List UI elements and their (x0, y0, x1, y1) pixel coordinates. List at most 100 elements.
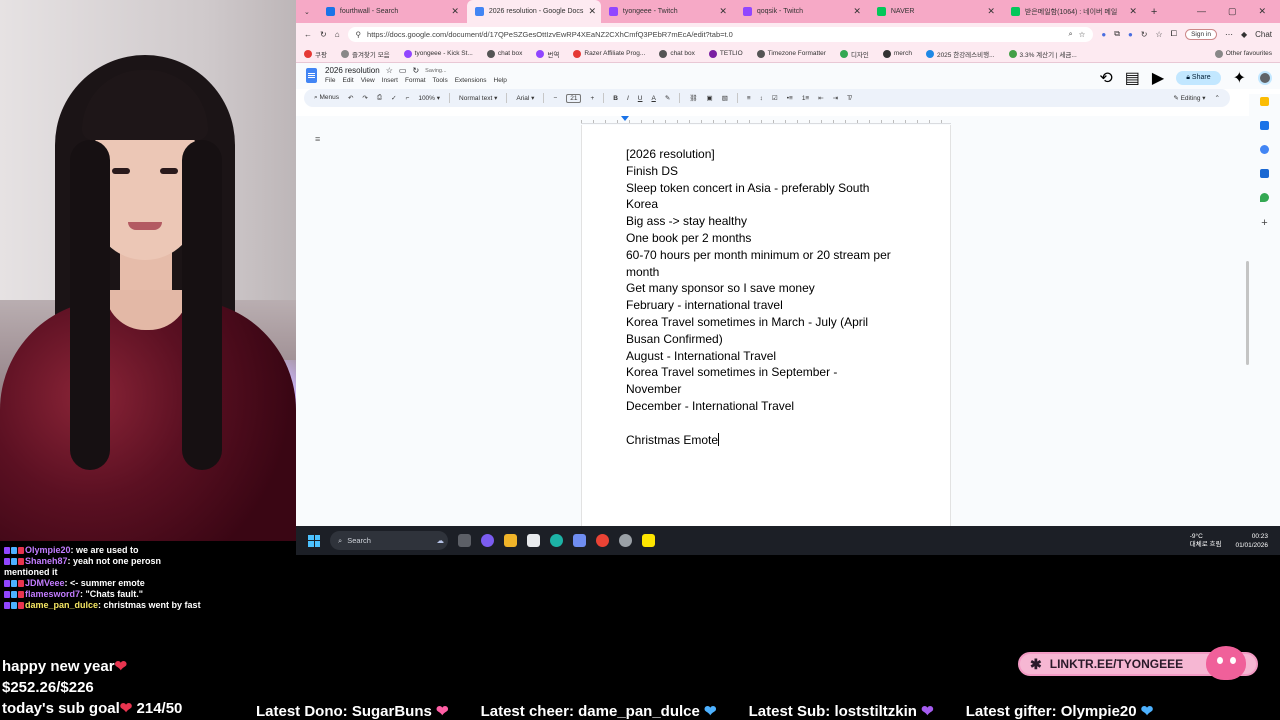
more-icon[interactable]: ⋯ (1225, 30, 1233, 39)
tab-3[interactable]: qoqsik - Twitch ✕ (735, 0, 869, 23)
maximize-icon[interactable]: ▢ (1228, 6, 1237, 17)
document-line[interactable]: August - International Travel (626, 348, 916, 365)
new-tab-icon[interactable]: + (1145, 6, 1163, 18)
bold-icon[interactable]: B (613, 95, 618, 102)
site-info-icon[interactable]: ⚲ (356, 30, 362, 39)
copilot-icon[interactable]: ◆ (1241, 30, 1247, 39)
chrome-icon[interactable] (596, 534, 609, 547)
document-body[interactable]: [2026 resolution] Finish DS Sleep token co… (626, 146, 916, 448)
comment-icon[interactable]: ▣ (707, 94, 713, 102)
link-icon[interactable]: ⛓ (689, 94, 697, 102)
tab-close-icon[interactable]: ✕ (588, 6, 596, 17)
share-button[interactable]: 🔒︎ Share (1176, 71, 1221, 85)
clear-format-icon[interactable]: T̸ (847, 95, 851, 102)
underline-icon[interactable]: U (638, 95, 643, 102)
menu-tools[interactable]: Tools (433, 77, 448, 84)
document-line[interactable]: Christmas Emote (626, 432, 916, 449)
back-icon[interactable]: ← (304, 30, 312, 39)
menu-insert[interactable]: Insert (382, 77, 398, 84)
bookmark-item[interactable]: TETLIO (708, 49, 743, 58)
bookmark-item[interactable]: 번역 (536, 49, 559, 59)
ruler[interactable] (581, 116, 951, 124)
bookmark-item[interactable]: 3.3% 계산기 | 세금... (1008, 49, 1077, 59)
extensions-icon[interactable]: ⧉ (1114, 29, 1120, 39)
extension-icon[interactable]: ● (1101, 30, 1106, 39)
document-line[interactable]: December - International Travel (626, 398, 916, 415)
tab-close-icon[interactable]: ✕ (451, 6, 459, 17)
extension-2-icon[interactable]: ● (1128, 30, 1133, 39)
document-page[interactable]: [2026 resolution] Finish DS Sleep token co… (581, 125, 951, 526)
print-icon[interactable]: ⎙ (377, 94, 382, 102)
tab-2[interactable]: tyongeee - Twitch ✕ (601, 0, 735, 23)
style-select[interactable]: Normal text ▾ (459, 94, 497, 102)
document-line[interactable]: Get many sponsor so I save money (626, 280, 916, 297)
avatar[interactable] (1258, 71, 1272, 85)
tab-close-icon[interactable]: ✕ (987, 6, 995, 17)
gemini-icon[interactable]: ✦ (1233, 68, 1246, 88)
collapse-menu-icon[interactable]: ⌃ (1215, 94, 1220, 102)
collections-icon[interactable]: ⧠ (1171, 29, 1177, 39)
menu-view[interactable]: View (361, 77, 375, 84)
obs-icon[interactable] (619, 534, 632, 547)
tab-close-icon[interactable]: ✕ (853, 6, 861, 17)
bookmark-item[interactable]: Razer Affiliate Prog... (573, 49, 645, 58)
line-spacing-icon[interactable]: ↕ (760, 95, 763, 102)
contacts-icon[interactable] (1260, 169, 1269, 178)
redo-icon[interactable]: ↷ (362, 94, 367, 102)
google-docs-logo-icon[interactable] (306, 68, 317, 83)
paint-format-icon[interactable]: ⌐ (406, 95, 410, 102)
bookmark-item[interactable]: Other favourites (1214, 49, 1272, 58)
document-line[interactable]: One book per 2 months (626, 230, 916, 247)
reload-icon[interactable]: ↻ (320, 30, 327, 39)
history-icon[interactable]: ⟲ (1099, 68, 1112, 88)
document-line[interactable] (626, 415, 916, 432)
edge-icon[interactable] (550, 534, 563, 547)
sign-in-button[interactable]: Sign in (1185, 28, 1217, 40)
document-line[interactable]: Finish DS (626, 163, 916, 180)
menu-help[interactable]: Help (494, 77, 507, 84)
task-view-icon[interactable] (458, 534, 471, 547)
document-line[interactable]: Big ass -> stay healthy (626, 213, 916, 230)
font-size-decrease-icon[interactable]: − (553, 95, 557, 102)
bookmark-item[interactable]: chat box (659, 49, 695, 58)
menu-edit[interactable]: Edit (342, 77, 353, 84)
home-icon[interactable]: ⌂ (335, 30, 340, 39)
document-line[interactable]: November (626, 381, 916, 398)
tab-close-icon[interactable]: ✕ (1129, 6, 1137, 17)
tasks-icon[interactable] (1260, 145, 1269, 154)
italic-icon[interactable]: I (627, 95, 629, 102)
windows-start-icon[interactable] (308, 534, 320, 547)
clock[interactable]: 00:23 01/01/2026 (1235, 532, 1268, 550)
store-icon[interactable] (527, 534, 540, 547)
search-menus-button[interactable]: ⌕ Menus (314, 94, 339, 102)
taskbar-search-input[interactable]: ⌕ Search ☁ (330, 531, 448, 550)
document-line[interactable]: Korea Travel sometimes in March - July (… (626, 314, 916, 331)
kakaotalk-icon[interactable] (642, 534, 655, 547)
file-explorer-icon[interactable] (504, 534, 517, 547)
tab-close-icon[interactable]: ✕ (719, 6, 727, 17)
font-select[interactable]: Arial ▾ (516, 94, 534, 102)
document-line[interactable]: 60-70 hours per month minimum or 20 stre… (626, 247, 916, 264)
font-size-input[interactable]: 21 (566, 93, 582, 103)
checklist-icon[interactable]: ☑ (772, 94, 778, 102)
doc-title[interactable]: 2026 resolution (325, 66, 380, 75)
close-window-icon[interactable]: ✕ (1258, 6, 1266, 17)
document-line[interactable]: February - international travel (626, 297, 916, 314)
tab-4[interactable]: NAVER ✕ (869, 0, 1003, 23)
chat-button[interactable]: Chat (1255, 30, 1272, 39)
app-icon[interactable] (573, 534, 586, 547)
tab-search-icon[interactable]: ⌄ (296, 8, 318, 16)
bookmark-item[interactable]: 2025 한강레스비행... (925, 49, 995, 59)
image-icon[interactable]: ▧ (722, 94, 728, 102)
minimize-icon[interactable]: — (1197, 6, 1206, 17)
bullet-list-icon[interactable]: •≡ (787, 95, 793, 102)
weather-widget[interactable]: -9°C 대체로 흐림 (1190, 533, 1222, 549)
bookmark-item[interactable]: merch (882, 49, 912, 58)
text-color-icon[interactable]: A (651, 95, 655, 102)
align-icon[interactable]: ≡ (747, 95, 751, 102)
editing-mode-select[interactable]: ✎ Editing ▾ (1173, 94, 1205, 102)
bookmark-item[interactable]: Timezone Formatter (756, 49, 826, 58)
star-icon[interactable]: ☆ (1079, 30, 1086, 39)
outline-icon[interactable]: ≡ (315, 134, 320, 144)
indent-increase-icon[interactable]: ⇥ (833, 94, 838, 102)
